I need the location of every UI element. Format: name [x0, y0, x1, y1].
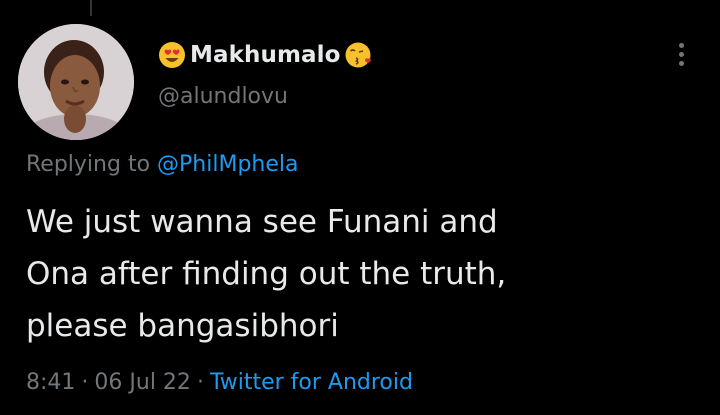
more-dot [678, 51, 684, 57]
thread-connector-line [90, 0, 92, 16]
replying-to-line: Replying to @PhilMphela [26, 152, 298, 177]
avatar[interactable] [18, 24, 134, 140]
more-dot [678, 42, 684, 48]
tweet-meta-row: 8:41 · 06 Jul 22 · Twitter for Android [26, 370, 413, 395]
author-name-row[interactable]: Makhumalo [157, 38, 374, 72]
meta-separator: · [81, 370, 89, 395]
avatar-photo [18, 24, 134, 140]
replying-to-label: Replying to [26, 152, 151, 177]
heart-eyes-emoji-icon [157, 40, 187, 70]
tweet-text: We just wanna see Funani and Ona after f… [26, 196, 696, 352]
tweet-source-link[interactable]: Twitter for Android [210, 370, 413, 395]
tweet-text-line: please bangasibhori [26, 308, 339, 344]
more-dot [678, 60, 684, 66]
tweet-time[interactable]: 8:41 [26, 370, 75, 395]
tweet-date[interactable]: 06 Jul 22 [94, 370, 191, 395]
meta-separator: · [196, 370, 204, 395]
reply-to-handle-link[interactable]: @PhilMphela [157, 152, 298, 177]
more-options-icon[interactable] [664, 34, 698, 74]
author-display-name[interactable]: Makhumalo [190, 42, 341, 68]
tweet-text-line: Ona after finding out the truth, [26, 256, 507, 292]
author-handle[interactable]: @alundlovu [158, 84, 288, 109]
tweet-text-line: We just wanna see Funani and [26, 204, 498, 240]
kissing-heart-emoji-icon [344, 40, 374, 70]
